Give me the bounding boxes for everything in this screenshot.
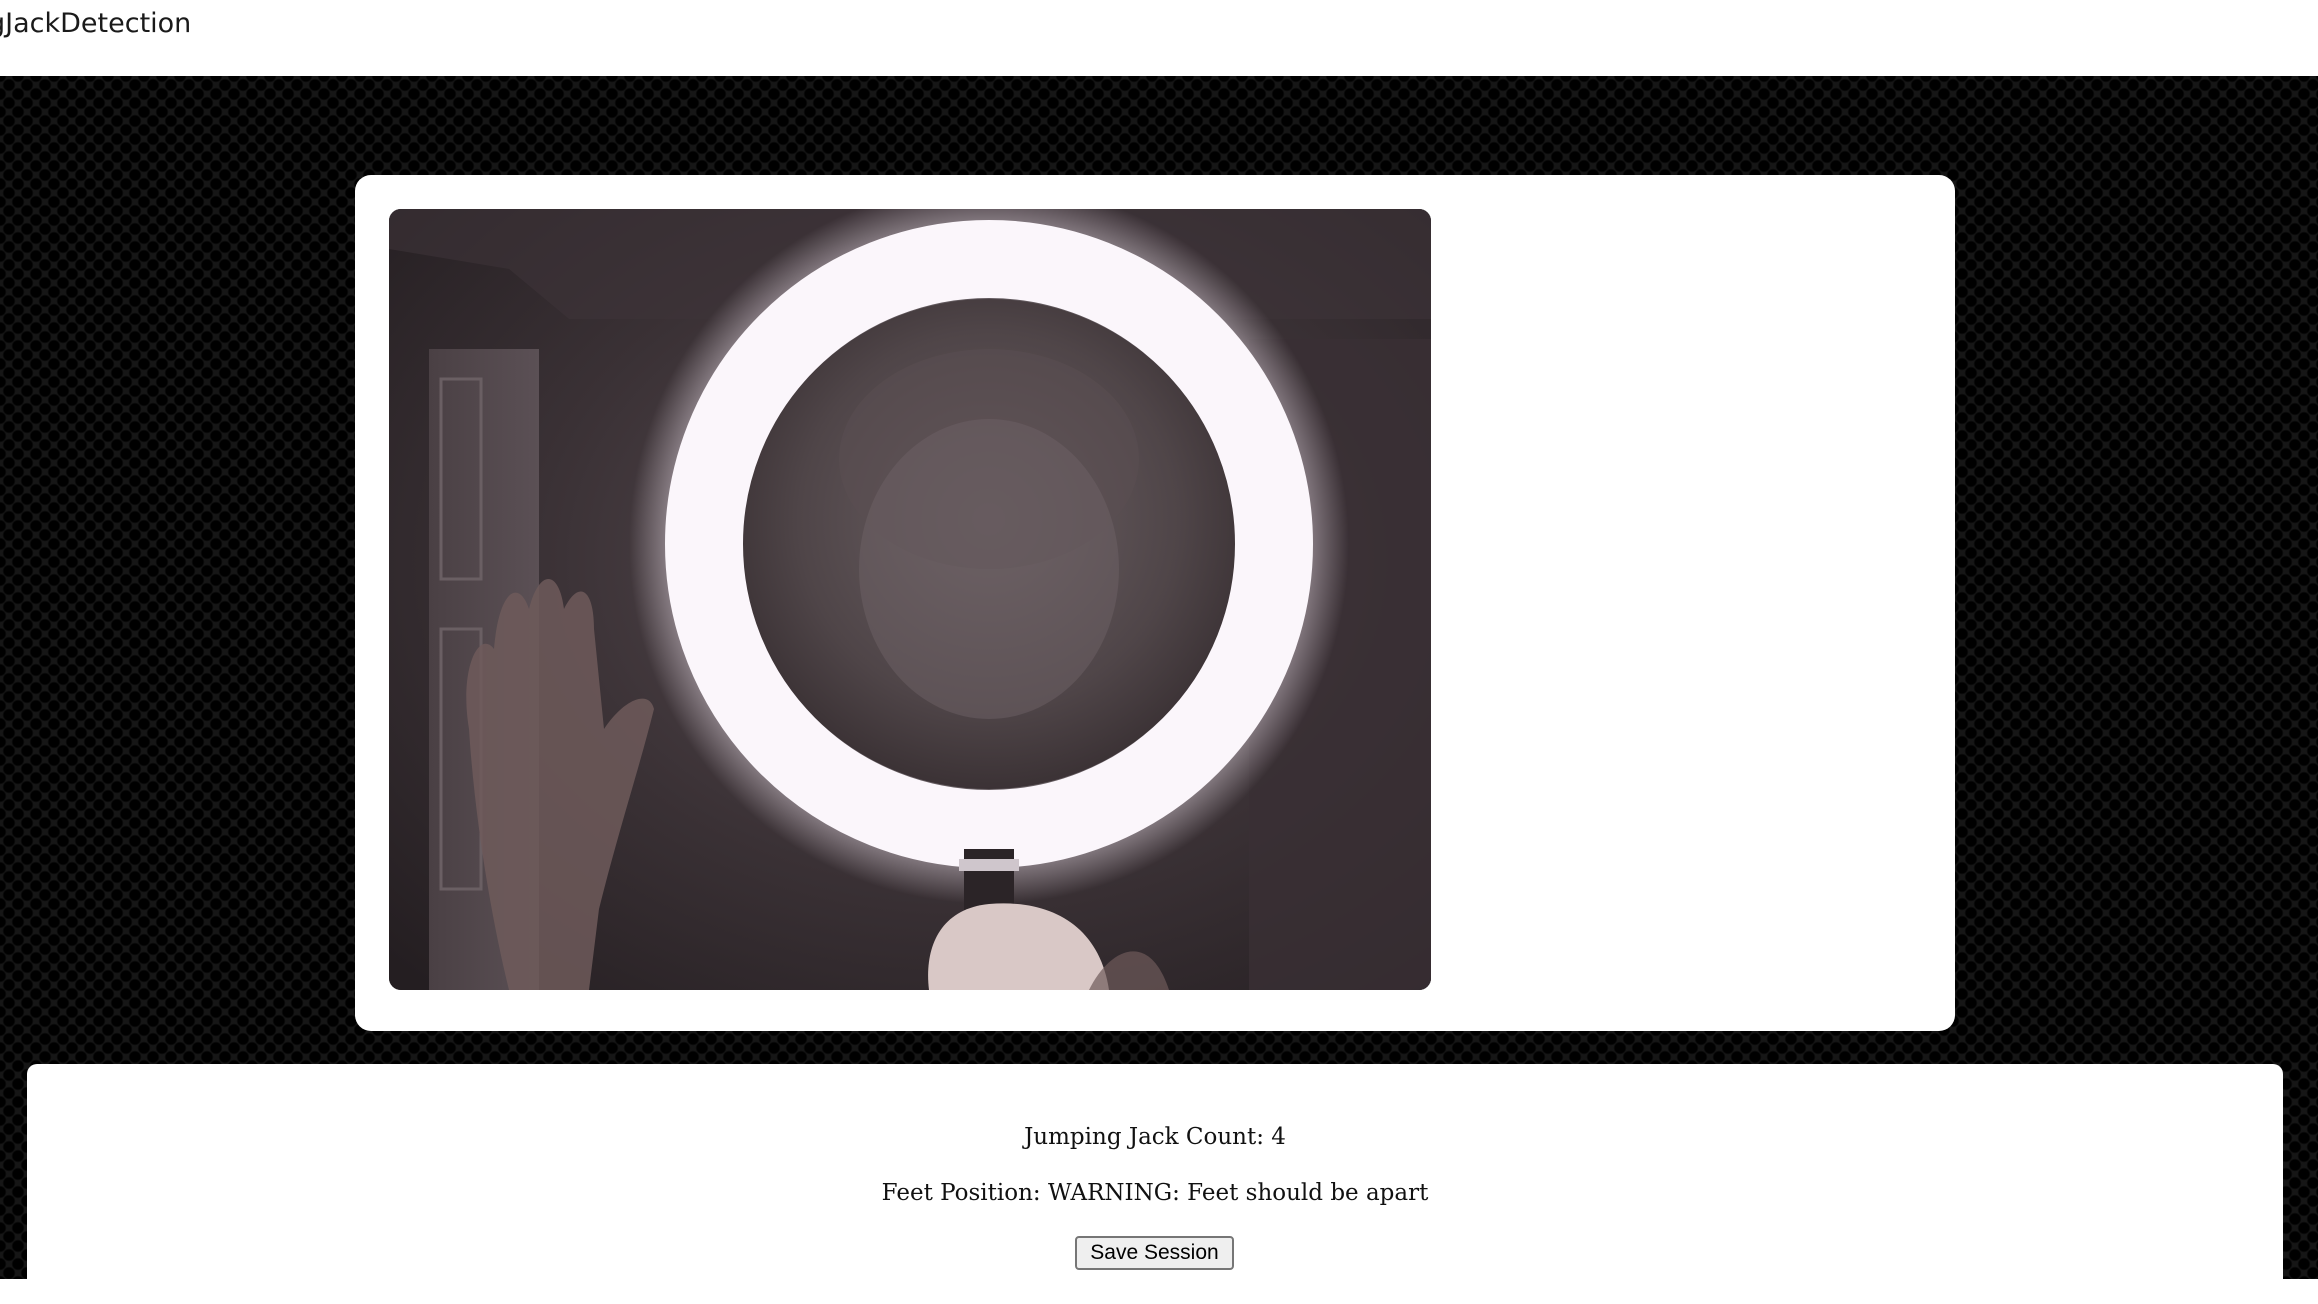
video-card: [355, 175, 1955, 1031]
window-titlebar: gJackDetection: [0, 0, 2318, 76]
save-session-button[interactable]: Save Session: [1075, 1236, 1234, 1270]
jumping-jack-count: Jumping Jack Count: 4: [1024, 1124, 1286, 1150]
stats-panel: Jumping Jack Count: 4 Feet Position: WAR…: [27, 1064, 2283, 1304]
feet-position-status: Feet Position: WARNING: Feet should be a…: [881, 1180, 1429, 1206]
app-title: gJackDetection: [0, 8, 192, 39]
webcam-video[interactable]: [389, 209, 1431, 990]
